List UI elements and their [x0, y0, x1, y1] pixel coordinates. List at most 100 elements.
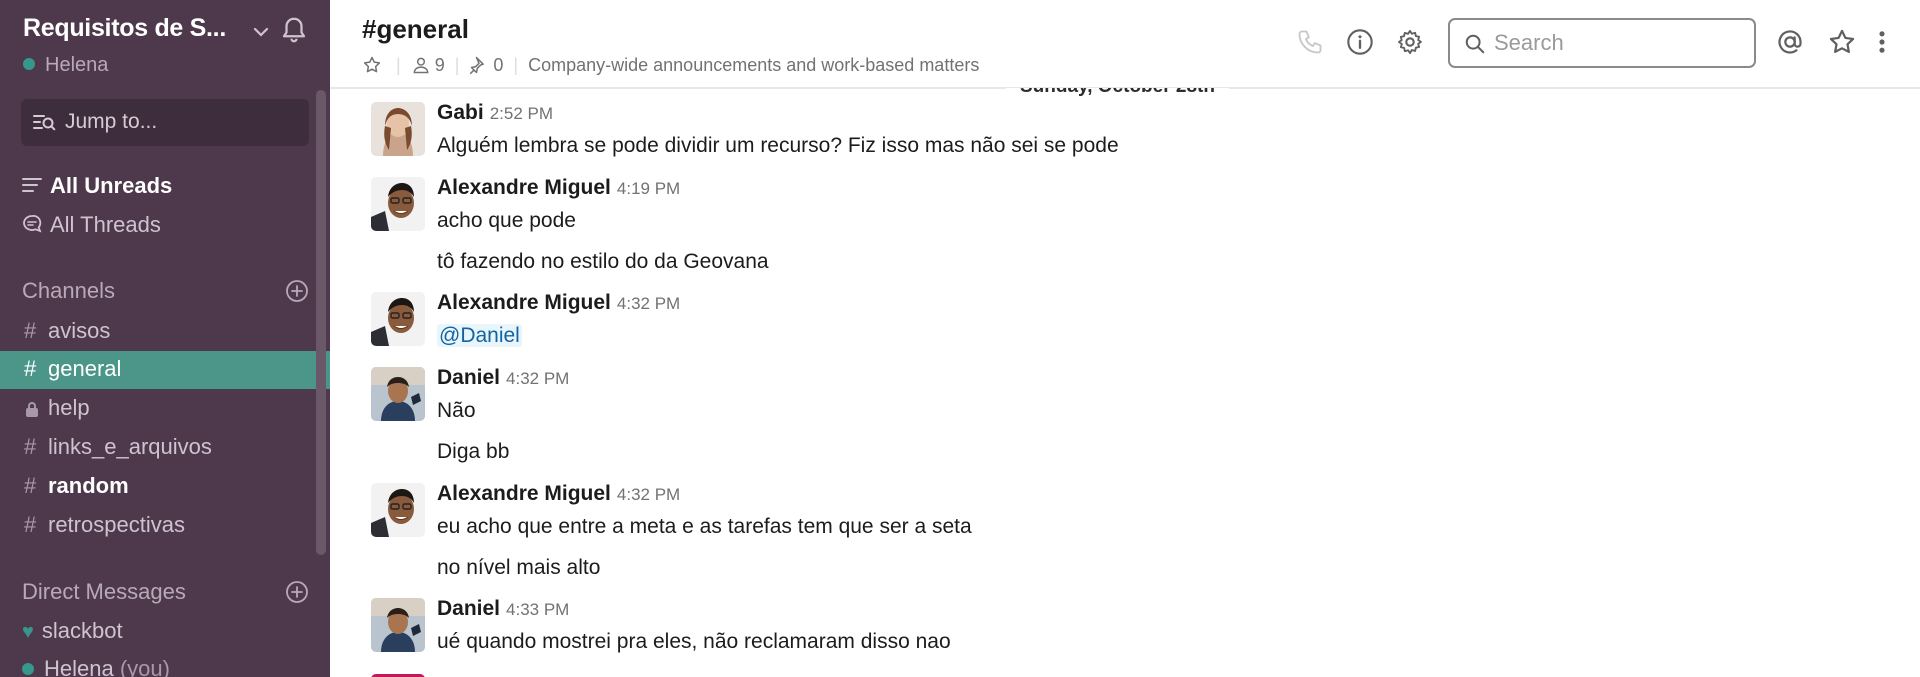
message-author[interactable]: Daniel 4:32 PM — [437, 366, 569, 390]
sidebar-channel-general[interactable]: # general — [0, 351, 330, 389]
channel-topic[interactable]: Company-wide announcements and work-base… — [528, 55, 979, 76]
dm-you-suffix: (you) — [119, 656, 170, 677]
sidebar-channel-help[interactable]: help — [0, 390, 330, 428]
author-name[interactable]: Daniel — [437, 366, 500, 389]
star-icon[interactable] — [1828, 28, 1856, 56]
avatar[interactable] — [371, 292, 425, 346]
sidebar-scrollbar[interactable] — [316, 90, 326, 555]
author-name[interactable]: Alexandre Miguel — [437, 482, 611, 505]
channel-title[interactable]: #general — [362, 14, 469, 45]
author-name[interactable]: Daniel — [437, 597, 500, 620]
user-mention[interactable]: @Daniel — [437, 324, 522, 347]
author-name[interactable]: Alexandre Miguel — [437, 176, 611, 199]
phone-icon[interactable] — [1296, 28, 1324, 56]
author-name[interactable]: Gabi — [437, 101, 484, 124]
sidebar-channel-avisos[interactable]: # avisos — [0, 313, 330, 351]
channel-name: links_e_arquivos — [48, 434, 212, 459]
hash-icon: # — [24, 318, 37, 343]
message-author[interactable]: Alexandre Miguel 4:19 PM — [437, 176, 680, 200]
dm-name: slackbot — [41, 618, 123, 643]
message-author[interactable]: Alexandre Miguel 4:32 PM — [437, 291, 680, 315]
author-name[interactable]: Alexandre Miguel — [437, 291, 611, 314]
avatar[interactable] — [371, 367, 425, 421]
dm-name: Helena — [44, 656, 114, 677]
current-user[interactable]: Helena — [23, 54, 108, 77]
current-user-name: Helena — [45, 54, 109, 76]
message-author[interactable]: Alexandre Miguel 4:32 PM — [437, 482, 680, 506]
sidebar-dm-self[interactable]: Helena (you) — [22, 656, 322, 677]
message-time[interactable]: 2:52 PM — [490, 104, 553, 123]
direct-messages-section-label[interactable]: Direct Messages — [22, 579, 186, 605]
add-dm-icon[interactable] — [285, 580, 309, 604]
pin-icon[interactable] — [469, 55, 489, 75]
presence-icon — [22, 663, 34, 675]
star-icon[interactable] — [362, 55, 382, 75]
hash-icon: # — [24, 434, 37, 459]
chevron-down-icon[interactable] — [249, 20, 273, 44]
all-unreads-label: All Unreads — [50, 173, 173, 198]
jump-to-button[interactable]: Jump to... — [21, 99, 309, 146]
avatar[interactable] — [371, 177, 425, 231]
all-threads-icon — [23, 215, 42, 233]
meta-separator: | — [454, 54, 460, 75]
sidebar-dm-slackbot[interactable]: ♥ slackbot — [22, 618, 322, 652]
add-channel-icon[interactable] — [285, 279, 309, 303]
hash-icon: # — [24, 473, 37, 498]
channel-header: #general | 9 | 0 | Company-wide announce… — [330, 0, 1920, 88]
avatar[interactable] — [371, 102, 425, 156]
all-unreads-icon — [22, 178, 42, 192]
gear-icon[interactable] — [1396, 28, 1424, 56]
message-time[interactable]: 4:32 PM — [617, 294, 680, 313]
message-author[interactable]: Daniel 4:33 PM — [437, 597, 569, 621]
jump-label: Jump to... — [65, 110, 158, 133]
channel-meta: | 9 | 0 | Company-wide announcements and… — [362, 53, 979, 77]
all-threads-label: All Threads — [50, 212, 161, 237]
heart-icon: ♥ — [22, 621, 34, 643]
message-time[interactable]: 4:32 PM — [617, 485, 680, 504]
channel-name: help — [48, 395, 90, 420]
message-time[interactable]: 4:33 PM — [506, 600, 569, 619]
search-input[interactable] — [1494, 28, 1744, 58]
more-icon[interactable] — [1874, 28, 1890, 56]
message-time[interactable]: 4:19 PM — [617, 179, 680, 198]
channel-name: retrospectivas — [48, 512, 185, 537]
message-text: Diga bb — [437, 440, 510, 463]
sidebar-item-all-unreads[interactable]: All Unreads — [22, 173, 322, 207]
message-list[interactable]: Sunday, October 28th Gabi 2:52 PM Alguém … — [330, 88, 1920, 677]
workspace-header[interactable]: Requisitos de S... — [23, 14, 313, 54]
sidebar-channel-links-e-arquivos[interactable]: # links_e_arquivos — [0, 429, 330, 467]
message-author[interactable]: Gabi 2:52 PM — [437, 101, 553, 125]
workspace-name[interactable]: Requisitos de S... — [23, 14, 226, 43]
message-text: tô fazendo no estilo do da Geovana — [437, 250, 769, 273]
message-text: ué quando mostrei pra eles, não reclamar… — [437, 630, 951, 653]
message-text: acho que pode — [437, 209, 576, 232]
info-icon[interactable] — [1346, 28, 1374, 56]
message-text: Não — [437, 399, 476, 422]
message-text: eu acho que entre a meta e as tarefas te… — [437, 515, 972, 538]
message-text: Alguém lembra se pode dividir um recurso… — [437, 134, 1119, 157]
at-icon[interactable] — [1776, 28, 1804, 56]
avatar[interactable] — [371, 598, 425, 652]
lock-icon — [26, 402, 38, 417]
message-time[interactable]: 4:32 PM — [506, 369, 569, 388]
search-icon — [1465, 34, 1485, 54]
search-box[interactable] — [1448, 18, 1756, 68]
avatar[interactable] — [371, 483, 425, 537]
members-icon[interactable] — [411, 55, 431, 75]
meta-separator: | — [513, 54, 519, 75]
sidebar-channel-random[interactable]: # random — [0, 468, 330, 506]
meta-separator: | — [396, 54, 401, 75]
bell-icon[interactable] — [279, 15, 309, 45]
presence-icon — [23, 58, 35, 70]
hash-icon: # — [24, 356, 37, 381]
channels-section-label[interactable]: Channels — [22, 278, 115, 304]
pin-count[interactable]: 0 — [493, 55, 503, 76]
channel-name: avisos — [48, 318, 111, 343]
member-count[interactable]: 9 — [435, 55, 445, 76]
sidebar-item-all-threads[interactable]: All Threads — [22, 212, 322, 246]
day-divider-label: Sunday, October 28th — [1006, 88, 1229, 98]
message-text: no nível mais alto — [437, 556, 601, 579]
sidebar-channel-retrospectivas[interactable]: # retrospectivas — [0, 507, 330, 545]
channel-name: general — [48, 356, 122, 381]
jump-icon — [33, 115, 56, 131]
